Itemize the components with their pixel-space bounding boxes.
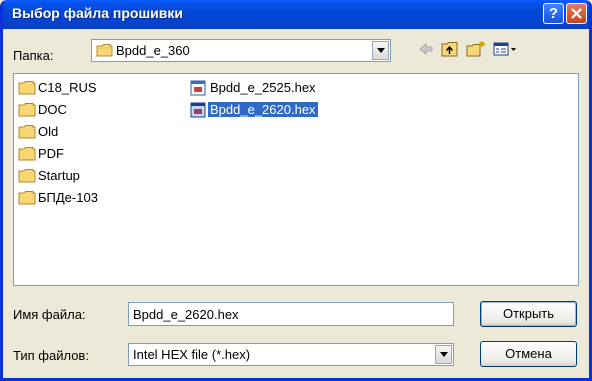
folder-name: PDF <box>38 146 64 161</box>
close-icon <box>571 8 582 19</box>
file-name: Bpdd_e_2525.hex <box>210 80 316 95</box>
hex-file-icon <box>190 80 206 96</box>
folder-name: C18_RUS <box>38 80 97 95</box>
file-name: Bpdd_e_2620.hex <box>208 102 318 117</box>
folder-item-startup[interactable]: Startup <box>18 166 178 188</box>
folder-item-doc[interactable]: DOC <box>18 100 178 122</box>
file-item-2525[interactable]: Bpdd_e_2525.hex <box>190 78 350 100</box>
folder-icon <box>18 147 36 161</box>
up-folder-icon[interactable] <box>440 40 460 58</box>
hex-file-icon <box>190 102 206 118</box>
filetype-dropdown[interactable]: Intel HEX file (*.hex) <box>128 343 454 366</box>
folder-column: C18_RUS DOC Old PDF Startup БПДе-103 <box>18 78 178 210</box>
new-folder-icon[interactable] <box>465 40 487 58</box>
view-menu-icon[interactable] <box>492 40 518 58</box>
folder-name: DOC <box>38 102 67 117</box>
folder-icon <box>18 81 36 95</box>
folder-name: БПДе-103 <box>38 190 98 205</box>
folder-icon <box>18 125 36 139</box>
filetype-dropdown-button[interactable] <box>435 345 452 364</box>
folder-icon <box>96 44 113 57</box>
title-bar[interactable]: Выбор файла прошивки ? <box>3 0 589 29</box>
file-list[interactable]: C18_RUS DOC Old PDF Startup БПДе-103 Bpd… <box>13 73 579 286</box>
back-arrow-icon[interactable] <box>417 40 435 58</box>
chevron-down-icon <box>440 352 448 357</box>
lookin-value: Bpdd_e_360 <box>116 43 190 58</box>
filename-label: Имя файла: <box>13 307 86 322</box>
window-title: Выбор файла прошивки <box>12 5 183 21</box>
folder-item-old[interactable]: Old <box>18 122 178 144</box>
folder-icon <box>18 169 36 183</box>
file-column: Bpdd_e_2525.hex Bpdd_e_2620.hex <box>190 78 350 122</box>
close-button[interactable] <box>566 3 587 24</box>
filetype-value: Intel HEX file (*.hex) <box>133 347 251 362</box>
lookin-dropdown-button[interactable] <box>372 41 389 60</box>
filename-input[interactable] <box>129 303 453 325</box>
lookin-dropdown[interactable]: Bpdd_e_360 <box>91 39 391 62</box>
file-item-2620-selected[interactable]: Bpdd_e_2620.hex <box>190 100 350 122</box>
filename-field[interactable] <box>128 302 454 326</box>
folder-icon <box>18 103 36 117</box>
lookin-label: Папка: <box>13 48 54 63</box>
file-dialog-window: Выбор файла прошивки ? Папка: Bpdd_e_360 <box>0 0 592 381</box>
folder-item-bpde-103[interactable]: БПДе-103 <box>18 188 178 210</box>
help-button[interactable]: ? <box>543 3 564 24</box>
chevron-down-icon <box>377 48 385 53</box>
folder-icon <box>18 191 36 205</box>
folder-item-pdf[interactable]: PDF <box>18 144 178 166</box>
open-button[interactable]: Открыть <box>480 301 577 327</box>
filetype-label: Тип файлов: <box>13 348 89 363</box>
folder-item-c18-rus[interactable]: C18_RUS <box>18 78 178 100</box>
folder-name: Startup <box>38 168 80 183</box>
folder-name: Old <box>38 124 59 139</box>
cancel-button[interactable]: Отмена <box>480 341 577 367</box>
help-icon: ? <box>548 5 559 22</box>
